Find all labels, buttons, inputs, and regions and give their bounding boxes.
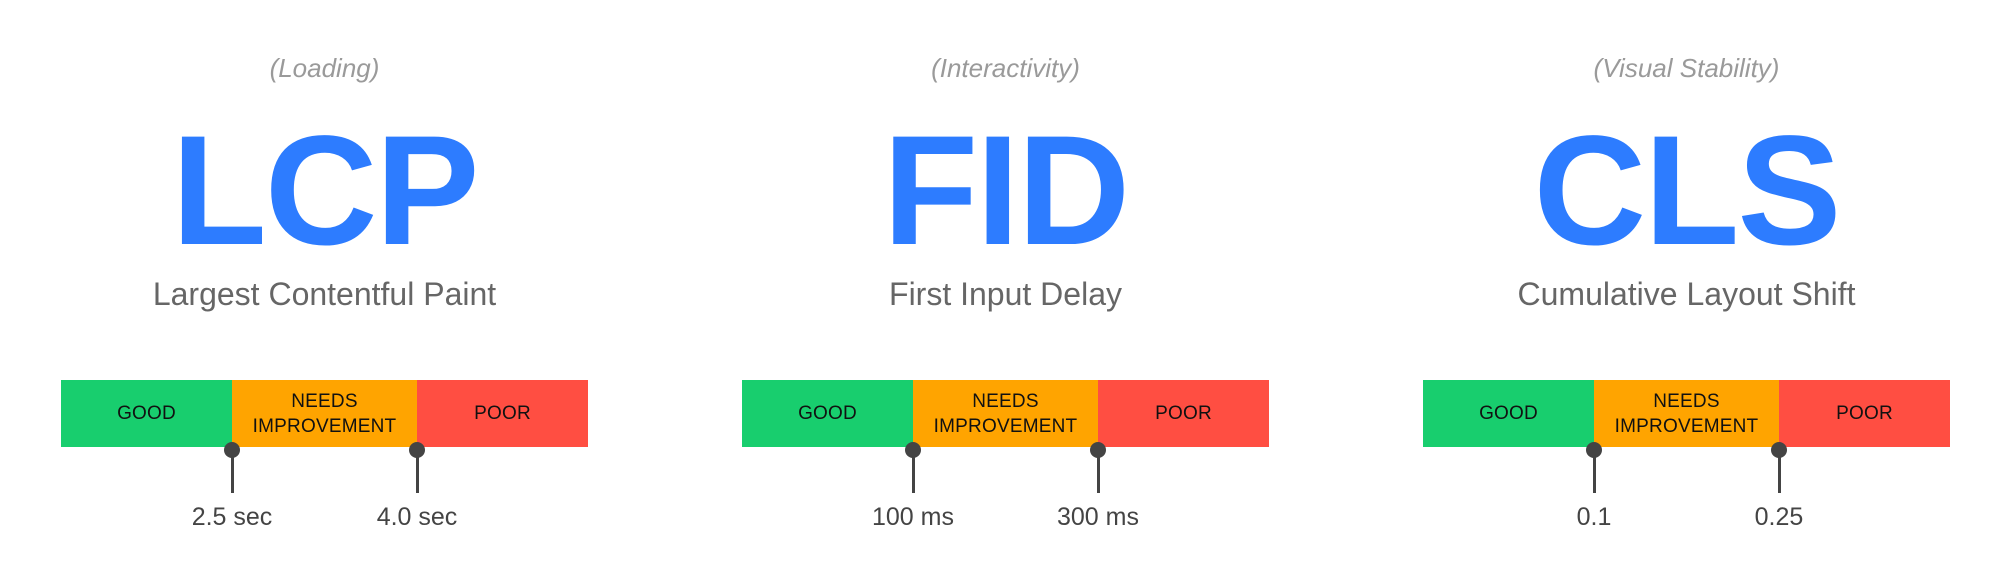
segment-good: GOOD <box>742 380 913 447</box>
segment-needs-improvement-label: NEEDS IMPROVEMENT <box>253 389 397 439</box>
segment-needs-improvement: NEEDS IMPROVEMENT <box>1594 380 1779 447</box>
segment-needs-improvement: NEEDS IMPROVEMENT <box>913 380 1098 447</box>
metric-cls: (Visual Stability) CLS Cumulative Layout… <box>1423 0 1950 586</box>
segment-needs-line1: NEEDS <box>1653 390 1720 412</box>
metric-acronym: LCP <box>171 104 480 278</box>
segment-good: GOOD <box>1423 380 1594 447</box>
threshold-label-poor: 0.25 <box>1754 503 1804 531</box>
threshold-bar: GOOD NEEDS IMPROVEMENT POOR <box>1423 380 1950 447</box>
metric-acronym: FID <box>882 104 1130 278</box>
marker-line <box>230 450 234 493</box>
marker-line <box>415 450 419 493</box>
metric-full-name: Cumulative Layout Shift <box>1517 276 1856 312</box>
segment-poor-label: POOR <box>474 403 531 424</box>
metric-lcp: (Loading) LCP Largest Contentful Paint G… <box>61 0 588 586</box>
metric-full-name: First Input Delay <box>889 276 1122 312</box>
threshold-marker-pin-icon <box>905 442 921 494</box>
segment-needs-line2: IMPROVEMENT <box>252 415 397 437</box>
segment-poor: POOR <box>1098 380 1269 447</box>
metric-acronym: CLS <box>1533 104 1842 278</box>
segment-needs-line1: NEEDS <box>972 390 1039 412</box>
segment-needs-line2: IMPROVEMENT <box>1614 415 1759 437</box>
threshold-label-good: 0.1 <box>1576 503 1612 531</box>
segment-poor: POOR <box>1779 380 1950 447</box>
threshold-bar: GOOD NEEDS IMPROVEMENT POOR <box>61 380 588 447</box>
threshold-label-poor: 4.0 sec <box>376 503 458 531</box>
marker-line <box>1592 450 1596 493</box>
segment-needs-line2: IMPROVEMENT <box>933 415 1078 437</box>
segment-poor-label: POOR <box>1155 403 1212 424</box>
marker-line <box>1096 450 1100 493</box>
threshold-marker-pin-icon <box>1771 442 1787 494</box>
segment-good-label: GOOD <box>798 403 857 424</box>
marker-line <box>911 450 915 493</box>
marker-line <box>1777 450 1781 493</box>
threshold-marker-pin-icon <box>224 442 240 494</box>
metric-category: (Loading) <box>269 53 380 83</box>
segment-needs-improvement-label: NEEDS IMPROVEMENT <box>934 389 1078 439</box>
segment-poor-label: POOR <box>1836 403 1893 424</box>
threshold-marker-pin-icon <box>409 442 425 494</box>
threshold-marker-pin-icon <box>1586 442 1602 494</box>
threshold-label-good: 100 ms <box>872 503 954 531</box>
threshold-bar: GOOD NEEDS IMPROVEMENT POOR <box>742 380 1269 447</box>
segment-needs-line1: NEEDS <box>291 390 358 412</box>
segment-needs-improvement-label: NEEDS IMPROVEMENT <box>1615 389 1759 439</box>
threshold-marker-pin-icon <box>1090 442 1106 494</box>
segment-good-label: GOOD <box>117 403 176 424</box>
threshold-label-poor: 300 ms <box>1057 503 1139 531</box>
metric-category: (Interactivity) <box>931 53 1080 83</box>
segment-needs-improvement: NEEDS IMPROVEMENT <box>232 380 417 447</box>
metric-fid: (Interactivity) FID First Input Delay GO… <box>742 0 1269 586</box>
segment-good-label: GOOD <box>1479 403 1538 424</box>
metric-category: (Visual Stability) <box>1593 53 1780 83</box>
threshold-label-good: 2.5 sec <box>191 503 273 531</box>
segment-poor: POOR <box>417 380 588 447</box>
metric-full-name: Largest Contentful Paint <box>152 276 497 312</box>
segment-good: GOOD <box>61 380 232 447</box>
